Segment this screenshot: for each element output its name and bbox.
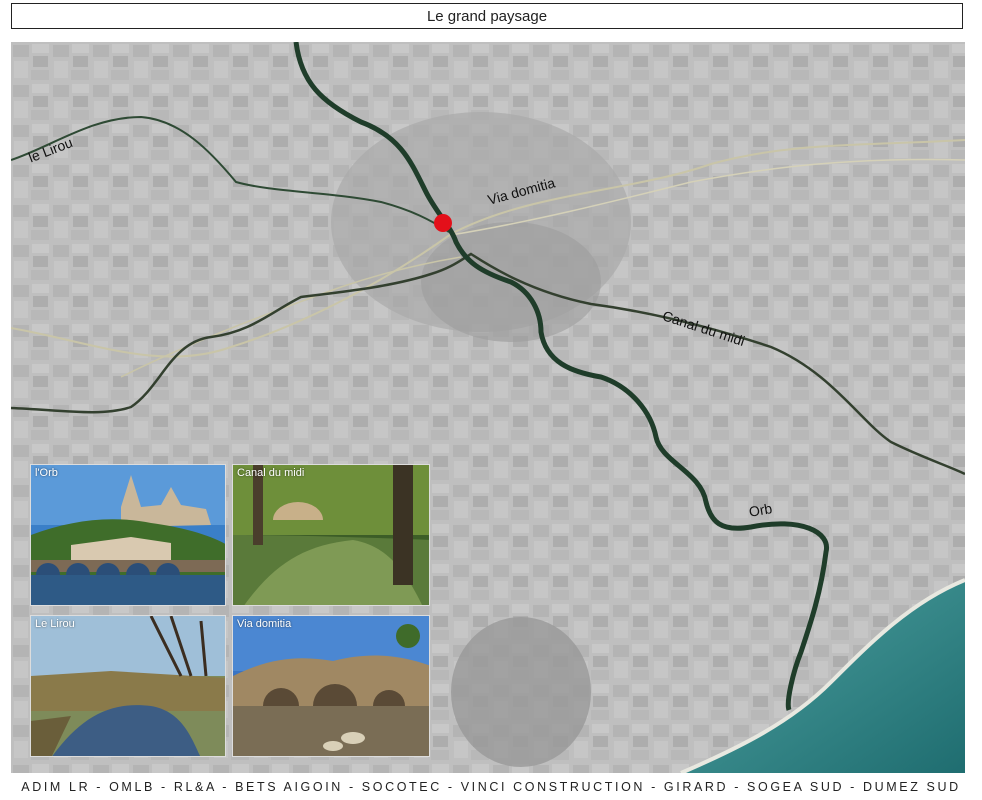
photo-lirou-image xyxy=(31,616,225,756)
photo-via-domitia-image xyxy=(233,616,429,756)
photo-lirou-caption: Le Lirou xyxy=(35,618,75,630)
page-title: Le grand paysage xyxy=(11,3,963,29)
photo-orb-image xyxy=(31,465,225,605)
map[interactable]: le Lirou Via domitia Canal du midi Orb l… xyxy=(11,42,965,773)
lagoon xyxy=(451,617,591,767)
photo-canal-caption: Canal du midi xyxy=(237,467,305,479)
photo-canal-du-midi[interactable]: Canal du midi xyxy=(232,464,430,606)
photo-le-lirou[interactable]: Le Lirou xyxy=(30,615,226,757)
photo-orb[interactable]: l'Orb xyxy=(30,464,226,606)
location-marker[interactable] xyxy=(434,214,452,232)
photo-canal-image xyxy=(233,465,429,605)
photo-via-domitia[interactable]: Via domitia xyxy=(232,615,430,757)
photo-via-domitia-caption: Via domitia xyxy=(237,618,292,630)
credits-footer: ADIM LR - OMLB - RL&A - BETS AIGOIN - SO… xyxy=(21,780,961,794)
photo-orb-caption: l'Orb xyxy=(35,467,58,479)
